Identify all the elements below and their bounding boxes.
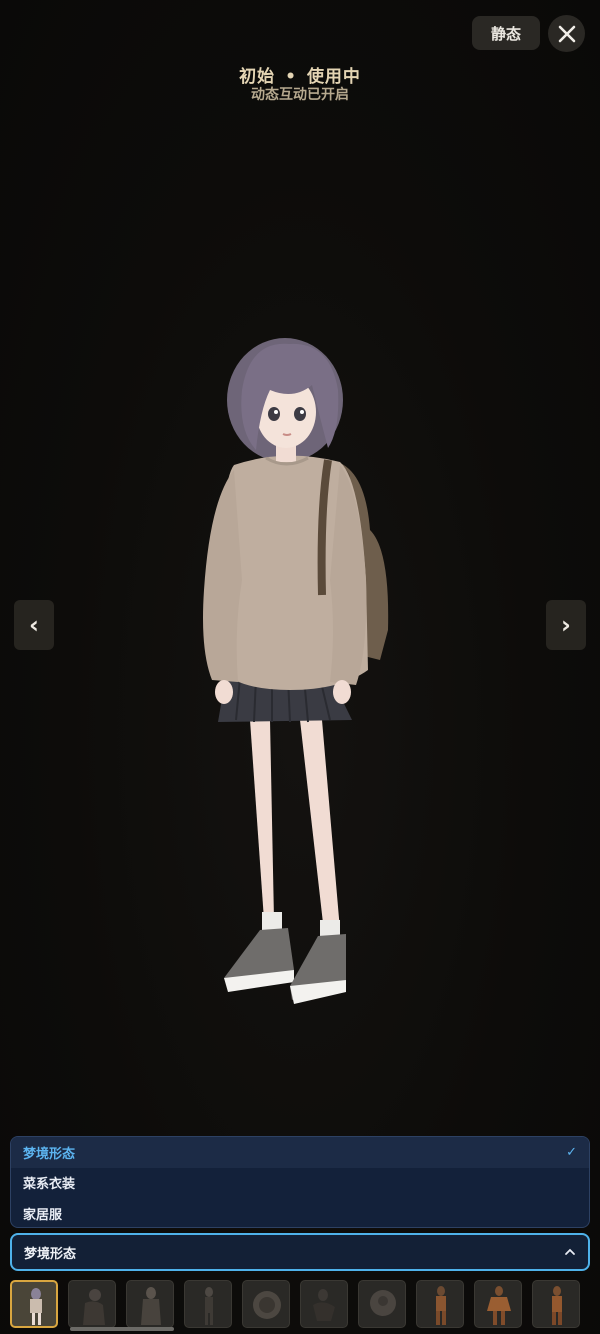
- character-illustration: [203, 338, 389, 1004]
- outfit-thumbnail[interactable]: [10, 1280, 58, 1328]
- outfit-thumbnail[interactable]: [68, 1280, 116, 1328]
- outfit-thumbnail[interactable]: [416, 1280, 464, 1328]
- category-option-menu-outfit[interactable]: 菜系衣装: [11, 1168, 589, 1199]
- selected-category-label: 梦境形态: [24, 1246, 77, 1262]
- option-label: 菜系衣装: [23, 1177, 76, 1193]
- outfit-thumbnail-strip: [10, 1280, 600, 1334]
- chevron-left-icon: ‹: [29, 611, 39, 639]
- outfit-thumbnail[interactable]: [532, 1280, 580, 1328]
- category-option-dream-form[interactable]: 梦境形态 ✓: [11, 1137, 589, 1168]
- prev-outfit-button[interactable]: ‹: [14, 600, 54, 650]
- outfit-category-select[interactable]: 梦境形态: [10, 1233, 590, 1271]
- close-icon: [558, 25, 575, 42]
- outfit-thumbnail[interactable]: [474, 1280, 522, 1328]
- next-outfit-button[interactable]: ›: [546, 600, 586, 650]
- outfit-thumbnail[interactable]: [358, 1280, 406, 1328]
- option-label: 梦境形态: [23, 1146, 76, 1162]
- chevron-right-icon: ›: [561, 611, 571, 639]
- static-toggle-button[interactable]: 静态: [472, 16, 540, 50]
- option-label: 家居服: [23, 1207, 63, 1223]
- outfit-category-menu: 梦境形态 ✓ 菜系衣装 家居服: [10, 1136, 590, 1228]
- outfit-thumbnail[interactable]: [184, 1280, 232, 1328]
- outfit-thumbnail[interactable]: [126, 1280, 174, 1328]
- scrollbar-thumb[interactable]: [70, 1327, 174, 1331]
- outfit-thumbnail[interactable]: [300, 1280, 348, 1328]
- category-option-homewear[interactable]: 家居服: [11, 1198, 589, 1227]
- thumbnail-scrollbar[interactable]: [10, 1327, 590, 1331]
- close-button[interactable]: [548, 15, 585, 52]
- interaction-status: 动态互动已开启: [251, 87, 349, 103]
- chevron-up-icon: [565, 1248, 575, 1255]
- check-icon: ✓: [566, 1144, 577, 1160]
- outfit-thumbnail[interactable]: [242, 1280, 290, 1328]
